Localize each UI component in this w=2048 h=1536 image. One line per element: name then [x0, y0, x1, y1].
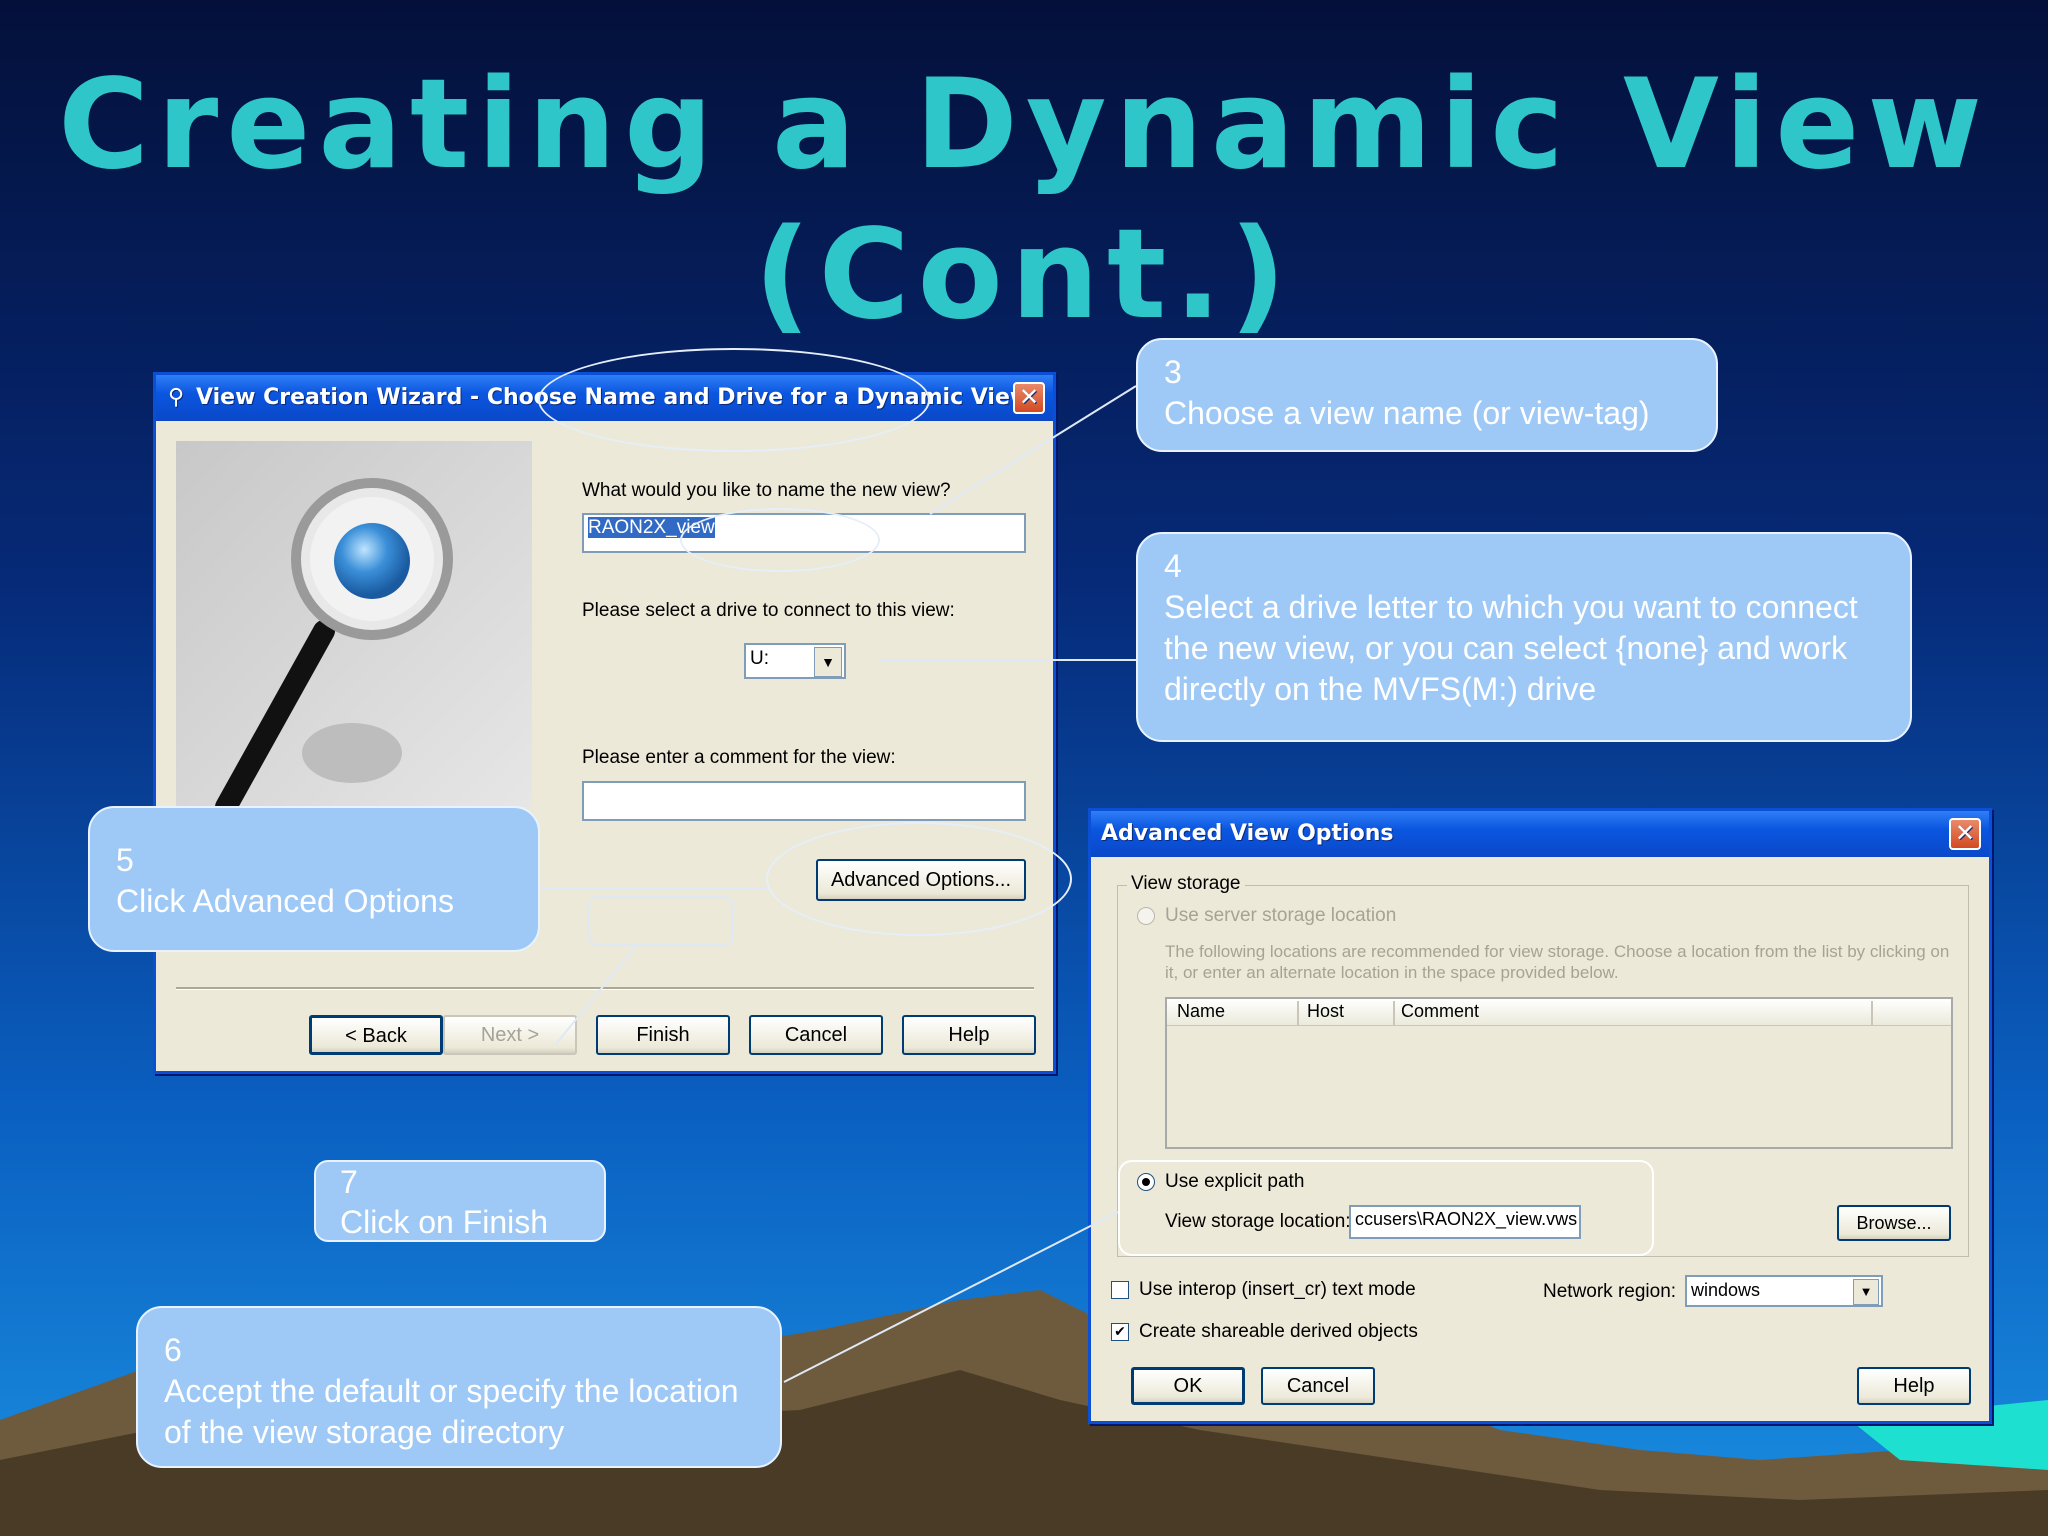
slide-title-line2: (Cont.)	[753, 203, 1295, 347]
callout-step-6: 6 Accept the default or specify the loca…	[136, 1306, 782, 1468]
close-icon: ✕	[1954, 819, 1976, 847]
explicit-path-highlight-box	[1118, 1160, 1654, 1256]
name-prompt-label: What would you like to name the new view…	[582, 480, 951, 501]
view-creation-wizard-window: ⚲ View Creation Wizard - Choose Name and…	[153, 372, 1056, 1074]
wizard-cancel-button[interactable]: Cancel	[749, 1015, 883, 1055]
shareable-label: Create shareable derived objects	[1139, 1321, 1418, 1342]
column-header-comment[interactable]: Comment	[1401, 1001, 1873, 1025]
name-highlight-ellipse	[680, 508, 880, 572]
title-highlight-ellipse	[538, 348, 930, 452]
use-server-storage-label: Use server storage location	[1165, 905, 1397, 926]
interop-label: Use interop (insert_cr) text mode	[1139, 1279, 1416, 1300]
slide-title-line1: Creating a Dynamic View	[58, 53, 1990, 197]
callout-3-number: 3	[1164, 354, 1182, 390]
callout-step-7: 7 Click on Finish	[314, 1160, 606, 1242]
finish-highlight-box	[588, 896, 734, 946]
network-region-label: Network region:	[1543, 1281, 1677, 1302]
magnifier-illustration	[176, 441, 532, 807]
callout-5-number: 5	[116, 842, 134, 878]
finish-button[interactable]: Finish	[596, 1015, 730, 1055]
callout-step-5: 5 Click Advanced Options	[88, 806, 540, 952]
callout-3-text: Choose a view name (or view-tag)	[1164, 395, 1650, 431]
storage-locations-list[interactable]: Name Host Comment	[1165, 997, 1953, 1149]
comment-input[interactable]	[582, 781, 1026, 821]
wizard-separator	[176, 987, 1034, 990]
drive-prompt-label: Please select a drive to connect to this…	[582, 600, 955, 621]
shareable-checkbox[interactable]: ✔	[1111, 1323, 1129, 1341]
drive-select[interactable]: U: ▼	[744, 643, 846, 679]
interop-checkbox[interactable]	[1111, 1281, 1129, 1299]
advanced-button-highlight-ellipse	[766, 822, 1072, 936]
recommendation-text: The following locations are recommended …	[1165, 942, 1950, 982]
advanced-help-button[interactable]: Help	[1857, 1367, 1971, 1405]
advanced-close-button[interactable]: ✕	[1949, 818, 1981, 850]
drive-select-value: U:	[750, 648, 769, 669]
view-storage-group-label: View storage	[1127, 873, 1245, 895]
ok-button[interactable]: OK	[1131, 1367, 1245, 1405]
callout-7-number: 7	[340, 1164, 358, 1200]
dropdown-arrow-icon[interactable]: ▼	[1853, 1279, 1879, 1305]
back-button[interactable]: < Back	[309, 1015, 443, 1055]
next-button[interactable]: Next >	[443, 1015, 577, 1055]
callout-step-3: 3 Choose a view name (or view-tag)	[1136, 338, 1718, 452]
advanced-view-options-window: Advanced View Options ✕ View storage Use…	[1088, 808, 1992, 1424]
callout-4-text: Select a drive letter to which you want …	[1164, 589, 1858, 707]
column-header-host[interactable]: Host	[1307, 1001, 1395, 1025]
close-icon: ✕	[1018, 383, 1040, 411]
use-server-storage-radio[interactable]	[1137, 907, 1155, 925]
dropdown-arrow-icon[interactable]: ▼	[814, 647, 842, 677]
callout-6-text: Accept the default or specify the locati…	[164, 1373, 739, 1450]
column-header-name[interactable]: Name	[1177, 1001, 1299, 1025]
callout-4-number: 4	[1164, 548, 1182, 584]
network-region-value: windows	[1691, 1280, 1761, 1300]
comment-prompt-label: Please enter a comment for the view:	[582, 747, 896, 768]
advanced-cancel-button[interactable]: Cancel	[1261, 1367, 1375, 1405]
callout-step-4: 4 Select a drive letter to which you wan…	[1136, 532, 1912, 742]
wizard-icon: ⚲	[168, 385, 185, 410]
callout-5-text: Click Advanced Options	[116, 883, 454, 919]
advanced-title: Advanced View Options	[1101, 821, 1394, 846]
advanced-titlebar: Advanced View Options ✕	[1091, 811, 1989, 857]
wizard-close-button[interactable]: ✕	[1013, 382, 1045, 414]
network-region-select[interactable]: windows ▼	[1685, 1275, 1883, 1307]
callout-7-text: Click on Finish	[340, 1204, 549, 1240]
wizard-help-button[interactable]: Help	[902, 1015, 1036, 1055]
slide-title: Creating a Dynamic View (Cont.)	[0, 50, 2048, 350]
callout-6-number: 6	[164, 1332, 182, 1368]
browse-button[interactable]: Browse...	[1837, 1205, 1951, 1241]
